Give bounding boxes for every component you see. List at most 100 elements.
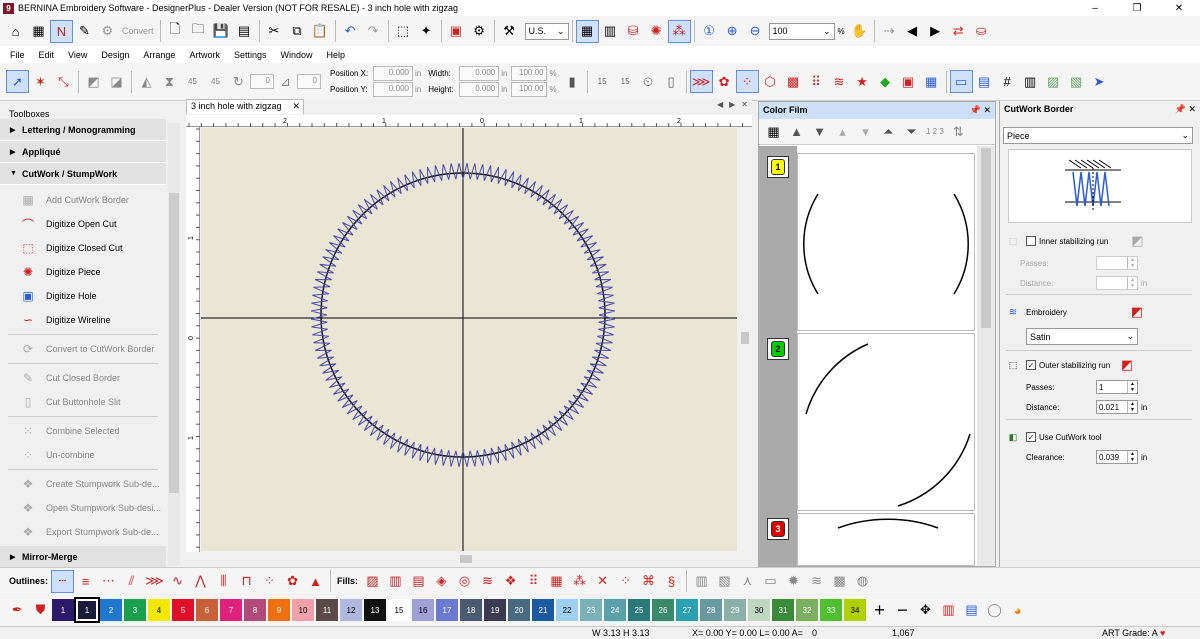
close-icon[interactable]: ✕ xyxy=(292,101,300,112)
thread-chart-icon[interactable]: ▥ xyxy=(937,599,960,622)
menu-view[interactable]: View xyxy=(68,50,87,60)
menu-design[interactable]: Design xyxy=(101,50,129,60)
paste-icon[interactable]: 📋 xyxy=(309,20,332,43)
color-swatch[interactable]: 19 xyxy=(484,599,506,621)
export-icon[interactable]: ▣ xyxy=(445,20,468,43)
outer-distance-field[interactable]: 0.021 ▲ ▼ xyxy=(1096,400,1138,414)
canvas-horizontal-scrollbar[interactable] xyxy=(200,552,738,566)
dot-pattern-icon[interactable]: ⠿ xyxy=(805,70,828,93)
outline-wave-icon[interactable]: ∿ xyxy=(166,570,189,593)
cut-icon[interactable]: ✂ xyxy=(263,20,286,43)
color-film-item-3[interactable] xyxy=(797,513,975,566)
artwork-pattern-icon[interactable]: ▨ xyxy=(1042,70,1065,93)
height-field[interactable]: 0.000 xyxy=(459,82,500,97)
move-top-icon[interactable]: ⏶ xyxy=(877,120,900,143)
fill-compass-icon[interactable]: ⋏ xyxy=(736,570,759,593)
group-lettering[interactable]: ▶ Lettering / Monogramming xyxy=(0,119,166,141)
color-swatch[interactable]: 6 xyxy=(196,599,218,621)
chevron-left-icon[interactable]: ◀ xyxy=(717,100,723,109)
paint-bucket-icon[interactable]: ⛊ xyxy=(29,599,52,622)
tools-icon[interactable]: ⚒ xyxy=(498,20,521,43)
slant-angle-field[interactable]: 0 xyxy=(297,74,321,89)
position-x-field[interactable]: 0.000 xyxy=(373,66,413,81)
rotate-angle-field[interactable]: 0 xyxy=(250,74,274,89)
outline-satin-icon[interactable]: ⫽ xyxy=(120,570,143,593)
select-star-icon[interactable]: ✶ xyxy=(29,70,52,93)
spin-arrows-icon[interactable]: ▲ ▼ xyxy=(1127,381,1137,393)
group-applique[interactable]: ▶ Appliqué xyxy=(0,141,166,163)
grid-fill-icon[interactable]: ▦ xyxy=(920,70,943,93)
color-swatch[interactable]: 30 xyxy=(748,599,770,621)
wave-icon[interactable]: ≋ xyxy=(828,70,851,93)
color-swatch[interactable]: 17 xyxy=(436,599,458,621)
toolboxes-scrollbar[interactable] xyxy=(168,123,180,565)
color-swatch[interactable]: 34 xyxy=(844,599,866,621)
color-swatch[interactable]: 16 xyxy=(412,599,434,621)
fill-wave-icon[interactable]: ≋ xyxy=(476,570,499,593)
use-tool-checkbox[interactable]: ✓ xyxy=(1026,432,1036,442)
fill-gear-icon[interactable]: ✹ xyxy=(782,570,805,593)
menu-artwork[interactable]: Artwork xyxy=(189,50,220,60)
slant-icon[interactable]: ⊿ xyxy=(274,70,297,93)
color-swatch[interactable]: 12 xyxy=(340,599,362,621)
fill-celtic-icon[interactable]: ⌘ xyxy=(637,570,660,593)
import-artwork-icon[interactable]: ✦ xyxy=(415,20,438,43)
clock-icon[interactable]: ⏲ xyxy=(637,70,660,93)
tool-digitize-piece[interactable]: ✺ Digitize Piece xyxy=(0,260,166,284)
tool-export-stumpwork[interactable]: ❖ Export Stumpwork Sub-de... xyxy=(0,520,166,544)
design-icon[interactable]: ▦ xyxy=(27,20,50,43)
color-swatch[interactable]: 32 xyxy=(796,599,818,621)
spin-arrows-icon[interactable]: ▲ ▼ xyxy=(1127,277,1137,289)
zoom-1-1-icon[interactable]: ① xyxy=(698,20,721,43)
scrollbar-thumb[interactable] xyxy=(460,555,472,563)
restore-button[interactable]: ❐ xyxy=(1116,3,1158,14)
skew-icon[interactable]: ◪ xyxy=(105,70,128,93)
fill-fancy-icon[interactable]: ◈ xyxy=(430,570,453,593)
next-icon[interactable]: ▶ xyxy=(924,20,947,43)
color-swatch[interactable]: 4 xyxy=(148,599,170,621)
outline-zigzag-icon[interactable]: ⋙ xyxy=(143,570,166,593)
color-swatch[interactable]: 1 xyxy=(52,599,74,621)
group-mirror-merge[interactable]: ▶ Mirror-Merge xyxy=(0,546,166,568)
fill-motif-icon[interactable]: ❖ xyxy=(499,570,522,593)
color-film-scrollbar[interactable] xyxy=(977,146,995,566)
minimize-button[interactable]: – xyxy=(1074,3,1116,14)
canvas-vertical-scrollbar[interactable] xyxy=(738,127,752,552)
realistic-view-icon[interactable]: ▦ xyxy=(575,19,599,43)
fill-brick-icon[interactable]: ▭ xyxy=(759,570,782,593)
fill-radial-icon[interactable]: ◎ xyxy=(453,570,476,593)
outline-triple-run-icon[interactable]: ≡ xyxy=(74,570,97,593)
color-swatch[interactable]: 28 xyxy=(700,599,722,621)
color-spool-2[interactable]: 2 xyxy=(767,338,789,360)
color-swatch[interactable]: 18 xyxy=(460,599,482,621)
color-swatch[interactable]: 8 xyxy=(244,599,266,621)
color-swatch[interactable]: 22 xyxy=(556,599,578,621)
outer-run-settings-icon[interactable]: ◩ xyxy=(1120,357,1134,372)
mirror-vertical-icon[interactable]: ⧗ xyxy=(158,70,181,93)
design-canvas[interactable] xyxy=(201,128,737,551)
menu-window[interactable]: Window xyxy=(280,50,312,60)
outline-dots-icon[interactable]: ⁘ xyxy=(258,570,281,593)
inner-run-checkbox[interactable] xyxy=(1026,236,1036,246)
flower-icon[interactable]: ✿ xyxy=(713,70,736,93)
tool-create-stumpwork[interactable]: ❖ Create Stumpwork Sub-de... xyxy=(0,472,166,496)
border-type-select[interactable]: Piece ⌄ xyxy=(1003,127,1193,144)
outline-flower-icon[interactable]: ✿ xyxy=(281,570,304,593)
rotate-left-icon[interactable]: 45 xyxy=(181,70,204,93)
tool-convert-cutwork-border[interactable]: ⟳ Convert to CutWork Border xyxy=(0,337,166,361)
color-swatch[interactable]: 20 xyxy=(508,599,530,621)
color-swatch[interactable]: 31 xyxy=(772,599,794,621)
eyedropper-icon[interactable]: ✒ xyxy=(6,599,29,622)
color-swatch[interactable]: 24 xyxy=(604,599,626,621)
settings-gear-icon[interactable]: ⚙ xyxy=(468,20,491,43)
zoom-in-icon[interactable]: ⊕ xyxy=(721,20,744,43)
inner-passes-field[interactable]: ▲ ▼ xyxy=(1096,256,1138,270)
color-swatch[interactable]: 27 xyxy=(676,599,698,621)
grid-icon[interactable]: # xyxy=(996,70,1019,93)
size-15-left-icon[interactable]: 15 xyxy=(591,70,614,93)
fill-lines-icon[interactable]: ▥ xyxy=(690,570,713,593)
tool-add-cutwork-border[interactable]: ▦ Add CutWork Border xyxy=(0,188,166,212)
color-swatch[interactable]: 33 xyxy=(820,599,842,621)
add-color-icon[interactable]: + xyxy=(868,599,891,622)
width-field[interactable]: 0.000 xyxy=(459,66,500,81)
